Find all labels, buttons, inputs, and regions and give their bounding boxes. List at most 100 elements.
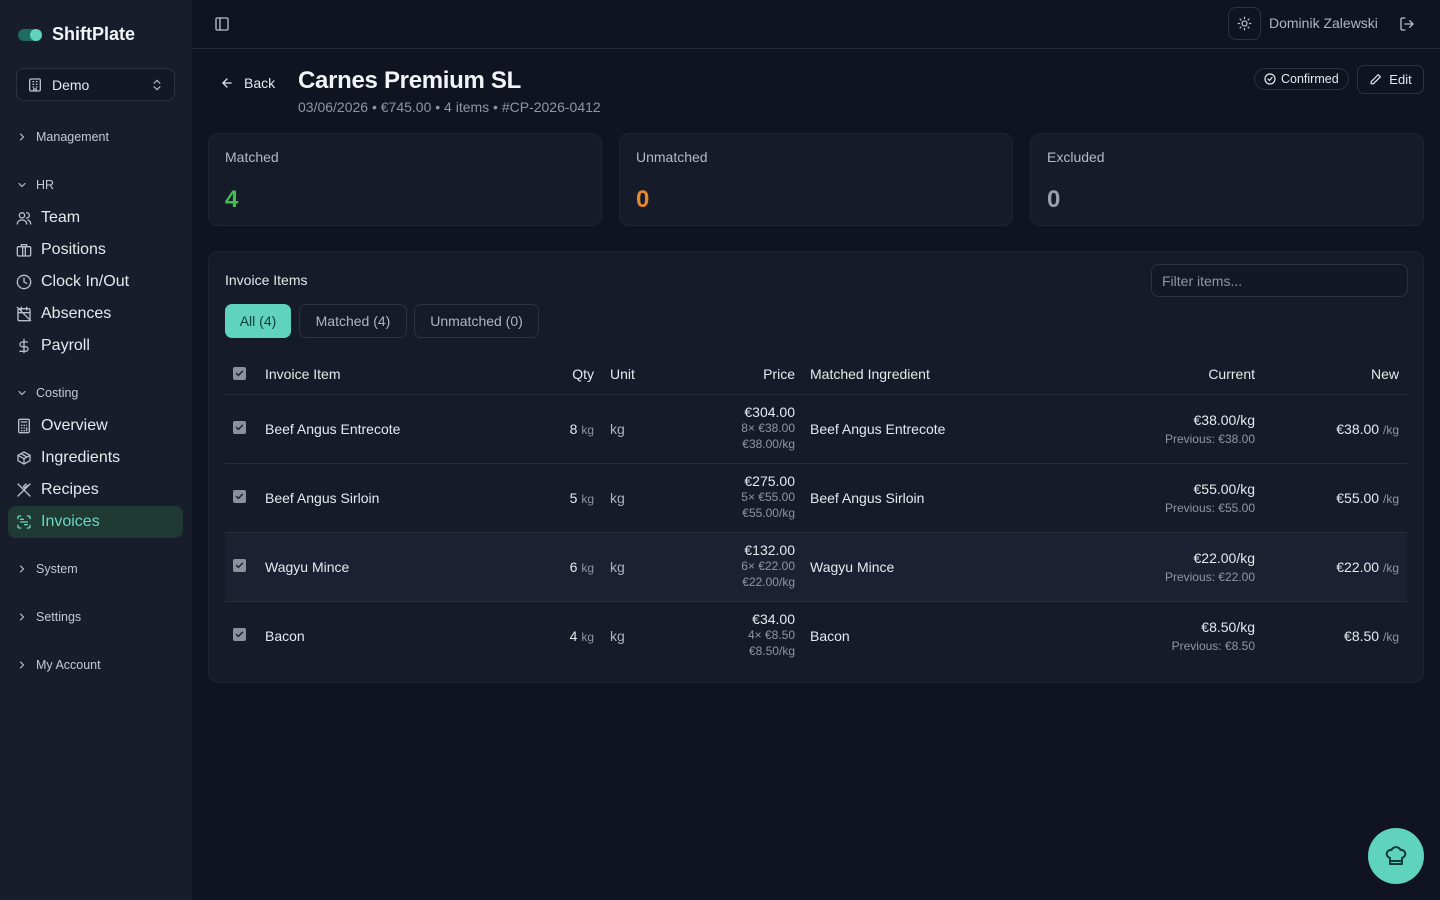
new-value: €55.00: [1336, 490, 1380, 506]
tab-matched[interactable]: Matched (4): [299, 304, 407, 338]
item-price: €275.00 5× €55.00 €55.00/kg: [741, 474, 795, 523]
section-settings[interactable]: Settings: [16, 610, 81, 624]
new-value: €22.00: [1336, 559, 1380, 575]
section-my-account[interactable]: My Account: [16, 658, 101, 672]
status-label: Confirmed: [1281, 72, 1339, 86]
col-qty[interactable]: Qty: [572, 366, 594, 382]
sidebar-item-absences[interactable]: Absences: [8, 298, 183, 330]
chevron-right-icon: [16, 563, 28, 575]
new-price: €38.00 /kg: [1336, 421, 1399, 437]
stat-value: 0: [1047, 186, 1061, 213]
new-price: €8.50 /kg: [1344, 628, 1399, 644]
chevron-right-icon: [16, 131, 28, 143]
theme-toggle-button[interactable]: [1228, 7, 1261, 40]
sidebar-item-invoices[interactable]: Invoices: [8, 506, 183, 538]
section-management[interactable]: Management: [16, 130, 109, 144]
sidebar-item-clock[interactable]: Clock In/Out: [8, 266, 183, 298]
brand[interactable]: ShiftPlate: [18, 24, 135, 45]
invoice-items-panel: Invoice Items All (4) Matched (4) Unmatc…: [208, 251, 1424, 683]
current-value: €22.00/kg: [1193, 550, 1256, 566]
section-hr[interactable]: HR: [16, 178, 54, 192]
section-label: HR: [36, 178, 55, 192]
item-price: €132.00 6× €22.00 €22.00/kg: [741, 543, 795, 592]
select-all-checkbox[interactable]: [233, 367, 246, 380]
new-price: €22.00 /kg: [1336, 559, 1399, 575]
table-row[interactable]: Beef Angus Entrecote 8 kg kg €304.00 8× …: [225, 395, 1407, 464]
stat-label: Unmatched: [636, 149, 708, 165]
row-checkbox[interactable]: [233, 628, 246, 641]
section-label: System: [36, 562, 78, 576]
item-qty: 8 kg: [570, 421, 594, 437]
qty-unit: kg: [581, 630, 594, 644]
price-calc: 5× €55.00: [741, 490, 795, 504]
edit-button[interactable]: Edit: [1357, 65, 1424, 94]
col-invoice-item[interactable]: Invoice Item: [265, 366, 340, 382]
row-checkbox[interactable]: [233, 490, 246, 503]
section-system[interactable]: System: [16, 562, 78, 576]
new-unit: /kg: [1382, 630, 1399, 644]
col-price[interactable]: Price: [763, 366, 795, 382]
pencil-icon: [1369, 73, 1382, 86]
sidebar-toggle-icon[interactable]: [214, 16, 230, 32]
back-button[interactable]: Back: [220, 75, 275, 91]
sun-icon: [1237, 16, 1252, 31]
stat-label: Matched: [225, 149, 279, 165]
user-name[interactable]: Dominik Zalewski: [1269, 15, 1378, 31]
item-unit: kg: [610, 421, 625, 437]
clock-icon: [16, 274, 32, 290]
edit-label: Edit: [1389, 72, 1412, 87]
col-new[interactable]: New: [1371, 366, 1399, 382]
price-per-unit: €38.00/kg: [742, 437, 795, 451]
qty-value: 8: [569, 421, 578, 437]
col-unit[interactable]: Unit: [610, 366, 635, 382]
price-calc: 6× €22.00: [741, 559, 795, 573]
col-matched-ingredient[interactable]: Matched Ingredient: [810, 366, 930, 382]
previous-value: Previous: €38.00: [1164, 432, 1255, 446]
row-checkbox[interactable]: [233, 559, 246, 572]
col-current[interactable]: Current: [1208, 366, 1255, 382]
sidebar-item-ingredients[interactable]: Ingredients: [8, 442, 183, 474]
stat-value: 0: [636, 186, 650, 213]
table-row[interactable]: Wagyu Mince 6 kg kg €132.00 6× €22.00 €2…: [225, 533, 1407, 602]
qty-unit: kg: [581, 561, 594, 575]
matched-ingredient[interactable]: Wagyu Mince: [810, 559, 894, 575]
section-costing[interactable]: Costing: [16, 386, 78, 400]
sidebar-item-label: Payroll: [41, 337, 90, 354]
matched-ingredient[interactable]: Beef Angus Sirloin: [810, 490, 924, 506]
logout-icon[interactable]: [1399, 16, 1415, 32]
tab-unmatched[interactable]: Unmatched (0): [414, 304, 539, 338]
calculator-icon: [16, 418, 32, 434]
sidebar-item-overview[interactable]: Overview: [8, 410, 183, 442]
matched-ingredient[interactable]: Bacon: [810, 628, 850, 644]
item-unit: kg: [610, 490, 625, 506]
sidebar-item-positions[interactable]: Positions: [8, 234, 183, 266]
brand-logo-icon: [18, 28, 42, 41]
table-row[interactable]: Beef Angus Sirloin 5 kg kg €275.00 5× €5…: [225, 464, 1407, 533]
sidebar-item-recipes[interactable]: Recipes: [8, 474, 183, 506]
assistant-fab[interactable]: [1368, 828, 1424, 884]
panel-title: Invoice Items: [225, 272, 308, 288]
chevron-right-icon: [16, 659, 28, 671]
item-unit: kg: [610, 559, 625, 575]
section-label: Costing: [36, 386, 79, 400]
sidebar-item-team[interactable]: Team: [8, 202, 183, 234]
chef-hat-icon: [1384, 844, 1408, 868]
price-per-unit: €55.00/kg: [742, 506, 795, 520]
tab-all[interactable]: All (4): [225, 304, 291, 338]
org-select-label: Demo: [52, 76, 90, 93]
current-value: €8.50/kg: [1201, 619, 1255, 635]
qty-unit: kg: [581, 492, 594, 506]
price-total: €275.00: [744, 473, 795, 489]
sidebar-item-label: Team: [41, 209, 81, 226]
matched-ingredient[interactable]: Beef Angus Entrecote: [810, 421, 945, 437]
filter-input[interactable]: [1151, 264, 1408, 297]
org-select[interactable]: Demo: [16, 68, 175, 101]
table-row[interactable]: Bacon 4 kg kg €34.00 4× €8.50 €8.50/kg B…: [225, 602, 1407, 671]
sidebar-item-label: Absences: [41, 305, 112, 322]
chevron-down-icon: [16, 179, 28, 191]
row-checkbox[interactable]: [233, 421, 246, 434]
sidebar-item-payroll[interactable]: Payroll: [8, 330, 183, 362]
current-value: €38.00/kg: [1193, 412, 1256, 428]
stat-card-unmatched: Unmatched 0: [619, 133, 1013, 226]
price-total: €304.00: [744, 404, 795, 420]
